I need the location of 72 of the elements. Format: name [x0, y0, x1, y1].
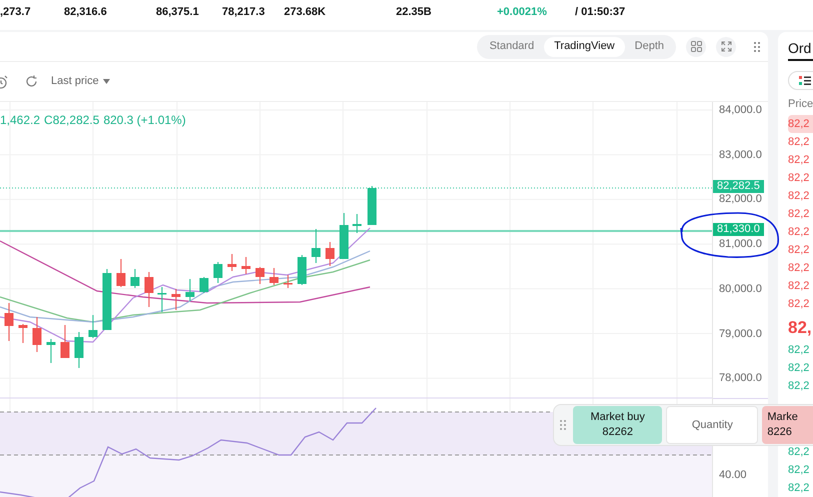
- bid-price[interactable]: 82,2: [788, 479, 813, 497]
- candlestick: [172, 288, 180, 310]
- order-list-icon: [799, 76, 811, 86]
- view-mode-tab[interactable]: Depth: [624, 36, 674, 56]
- candlestick: [130, 268, 140, 288]
- ticker-stat: 273.68K: [284, 4, 327, 20]
- bid-price[interactable]: 82,2: [788, 377, 813, 395]
- candlestick: [32, 316, 42, 352]
- axis-label: 78,000.0: [719, 372, 762, 386]
- ticker-stat: 86,375.1: [156, 4, 200, 20]
- caret-icon: [102, 79, 110, 84]
- ticker-stat: ,273.7: [0, 4, 32, 20]
- price-source-dropdown[interactable]: Last price: [51, 73, 110, 90]
- refresh-icon[interactable]: [25, 75, 38, 88]
- candlestick: [4, 302, 14, 342]
- ohlc-legend-value: 1,462.2: [0, 112, 40, 129]
- axis-label: 79,000.0: [719, 328, 762, 340]
- order-tab[interactable]: Ord: [788, 32, 813, 61]
- fullscreen-icon[interactable]: [716, 36, 736, 56]
- axis-label: 82,000.0: [719, 193, 762, 206]
- candlestick: [60, 324, 70, 358]
- candlestick: [116, 258, 126, 288]
- view-mode-tab[interactable]: TradingView: [544, 36, 625, 56]
- candlestick: [368, 186, 376, 226]
- axis-label: 81,000.0: [719, 238, 762, 252]
- candlestick: [200, 276, 208, 294]
- market-buy-button[interactable]: Market buy 82262: [572, 406, 662, 444]
- candlestick: [144, 272, 154, 308]
- bid-price[interactable]: 82,2: [788, 341, 813, 359]
- price-tag: 81,330.0: [713, 223, 764, 236]
- ask-price[interactable]: 82,2: [788, 115, 813, 133]
- candlestick: [242, 256, 250, 274]
- drag-handle-icon[interactable]: [754, 42, 760, 52]
- mid-price: 82,: [788, 317, 813, 339]
- bid-price[interactable]: 82,2: [788, 461, 813, 479]
- drag-handle-icon[interactable]: [560, 420, 566, 430]
- candlestick: [18, 324, 28, 344]
- ticker-stat: 78,217.3: [222, 4, 266, 20]
- grid-layout-icon[interactable]: [686, 36, 706, 56]
- bid-price[interactable]: 82,2: [788, 443, 813, 461]
- ohlc-legend-value: 820.3 (+1.01%): [103, 112, 186, 129]
- ticker-stat: 82,316.6: [64, 4, 108, 20]
- candlestick: [298, 254, 306, 286]
- candlestick: [228, 254, 236, 272]
- candlestick: [312, 228, 320, 264]
- ticker-stat: +0.0021%: [497, 4, 548, 20]
- market-sell-button[interactable]: Marke 8226: [762, 406, 813, 444]
- candlestick: [340, 212, 348, 260]
- ohlc-legend-value: C82,282.5: [44, 112, 100, 129]
- axis-label: 84,000.0: [719, 104, 762, 117]
- candlestick: [270, 268, 278, 286]
- candlestick: [158, 286, 166, 312]
- candlestick: [326, 242, 334, 266]
- candlestick: [102, 268, 112, 330]
- view-mode-tab[interactable]: Standard: [479, 36, 544, 56]
- axis-label: 40.00: [719, 469, 747, 482]
- axis-label: 80,000.0: [719, 282, 762, 296]
- ticker-stat: 22.35B: [396, 4, 432, 20]
- candlestick: [284, 274, 292, 288]
- quantity-field[interactable]: Quantity: [666, 406, 758, 444]
- candlestick: [46, 338, 56, 364]
- price-column-header: Price: [788, 97, 813, 111]
- candlestick: [186, 278, 194, 302]
- axis-label: 83,000.0: [719, 148, 762, 162]
- bid-price[interactable]: 82,2: [788, 359, 813, 377]
- candlestick: [352, 214, 362, 234]
- candlestick: [214, 262, 222, 284]
- candlestick: [256, 266, 264, 284]
- price-tag: 82,282.5: [713, 180, 764, 193]
- candlestick: [88, 314, 98, 338]
- candlestick: [74, 332, 84, 368]
- ticker-stat: / 01:50:37: [575, 4, 626, 20]
